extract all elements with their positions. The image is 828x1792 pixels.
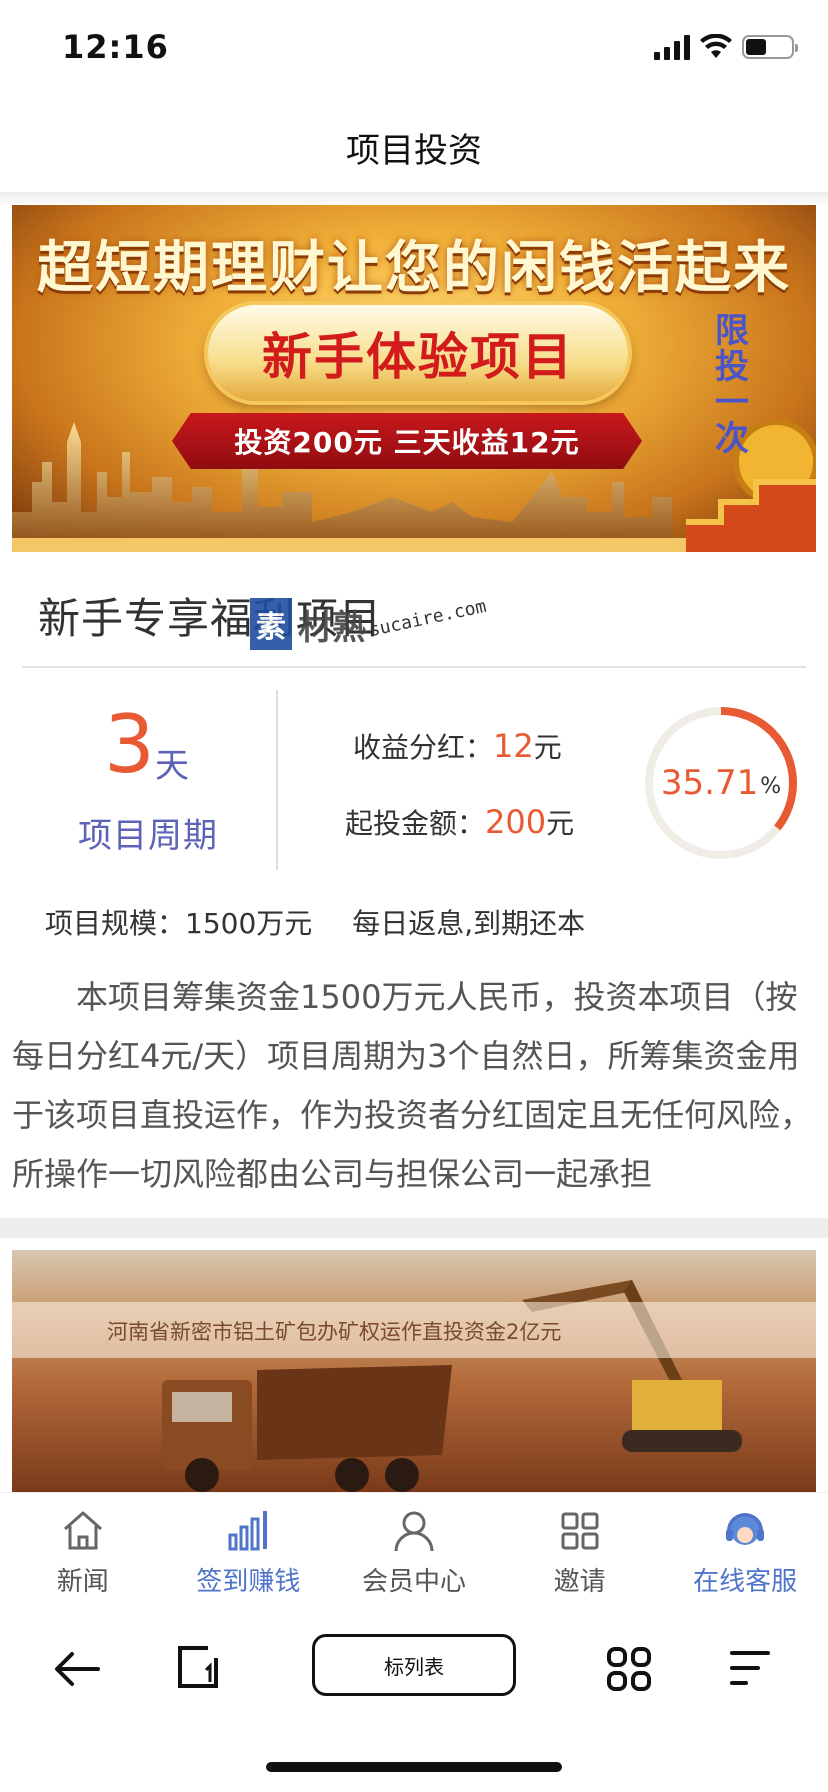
dividend-unit: 元 [533,731,562,764]
repayment-method: 每日返息,到期还本 [352,907,586,940]
bottom-tab-bar: 新闻 签到赚钱 会员中心 邀请 在线客服 [0,1492,828,1614]
back-arrow-icon[interactable] [52,1646,102,1692]
project-scale: 项目规模：1500万元 [45,907,313,940]
page-header: 项目投资 [0,100,828,195]
banner-vertical-char: 一 [715,383,749,423]
watermark-text: 材熟 [298,607,366,648]
menu-icon[interactable] [728,1648,772,1688]
min-investment-unit: 元 [546,807,575,840]
battery-icon [742,35,798,59]
card-divider [22,666,806,668]
tab-news-label: 新闻 [56,1567,109,1597]
banner-pill-text: 新手体验项目 [262,328,574,386]
tab-online-service-label: 在线客服 [693,1567,798,1597]
banner2-caption: 河南省新密市铝土矿包办矿权运作直投资金2亿元 [107,1320,562,1344]
tab-member-center-label: 会员中心 [361,1567,466,1597]
mining-project-banner[interactable]: 河南省新密市铝土矿包办矿权运作直投资金2亿元 [12,1250,816,1492]
status-bar: 12:16 [0,0,828,100]
watermark-box: 素 [250,598,292,650]
excavator-image [522,1280,742,1452]
product-meta: 项目规模：1500万元 每日返息,到期还本 [45,902,585,942]
dump-truck-image [162,1365,452,1492]
banner-headline: 超短期理财让您的闲钱活起来 [37,236,791,301]
banner-ribbon: 投资200元 三天收益12元 [172,413,642,469]
min-investment-stat: 起投金额：200元 [345,802,574,842]
min-investment-value: 200 [485,803,547,841]
progress-ring-label: 35.71% [642,704,800,862]
promo-banner[interactable]: 超短期理财让您的闲钱活起来 新手体验项目 投资200元 三天收益12元 限 投 … [12,205,816,552]
address-bar[interactable]: 标列表 [312,1634,516,1696]
grid-icon [561,1512,599,1550]
banner-ribbon-text: 投资200元 三天收益12元 [234,426,580,459]
tabs-icon[interactable] [176,1644,220,1690]
product-description: 本项目筹集资金1500万元人民币，投资本项目（按每日分红4元/天）项目周期为3个… [12,978,813,1193]
home-indicator [266,1762,562,1772]
period-number: 3 [104,698,155,791]
period-unit: 天 [155,746,189,786]
watermark-url: sucaire.com [367,595,489,642]
browser-toolbar: 标列表 [0,1614,828,1724]
vertical-divider [276,690,278,870]
min-investment-label: 起投金额： [345,807,486,840]
tab-invite[interactable]: 邀请 [497,1493,663,1614]
dividend-stat: 收益分红：12元 [353,726,562,766]
progress-percent-symbol: % [760,773,782,799]
tab-member-center[interactable]: 会员中心 [331,1493,497,1614]
dividend-value: 12 [493,727,534,765]
tab-news[interactable]: 新闻 [0,1493,166,1614]
period-label: 项目周期 [78,816,218,856]
status-time: 12:16 [62,28,169,66]
cellular-signal-icon [654,34,690,60]
user-icon [394,1511,434,1552]
banner-vertical-char: 投 [715,347,749,387]
tab-online-service[interactable]: 在线客服 [662,1493,828,1614]
tab-checkin-earn[interactable]: 签到赚钱 [166,1493,332,1614]
progress-percent: 35.71 [660,763,759,803]
page-title: 项目投资 [346,131,482,171]
tab-checkin-earn-label: 签到赚钱 [196,1567,301,1597]
banner-vertical-char: 限 [715,311,749,351]
banner-pill: 新手体验项目 [208,305,628,401]
dividend-label: 收益分红： [353,731,494,764]
headset-icon [726,1513,765,1545]
header-divider [0,192,828,204]
home-icon [63,1511,102,1550]
banner-vertical-text: 限 投 一 次 [712,313,752,457]
section-gap [0,1218,828,1238]
watermark-logo: 素 材熟 [250,598,366,650]
tab-invite-label: 邀请 [553,1567,606,1597]
bar-chart-icon [228,1511,268,1551]
banner-vertical-char: 次 [715,419,749,459]
apps-grid-icon[interactable] [606,1646,652,1692]
wifi-icon [700,34,732,58]
status-icons [654,34,798,60]
